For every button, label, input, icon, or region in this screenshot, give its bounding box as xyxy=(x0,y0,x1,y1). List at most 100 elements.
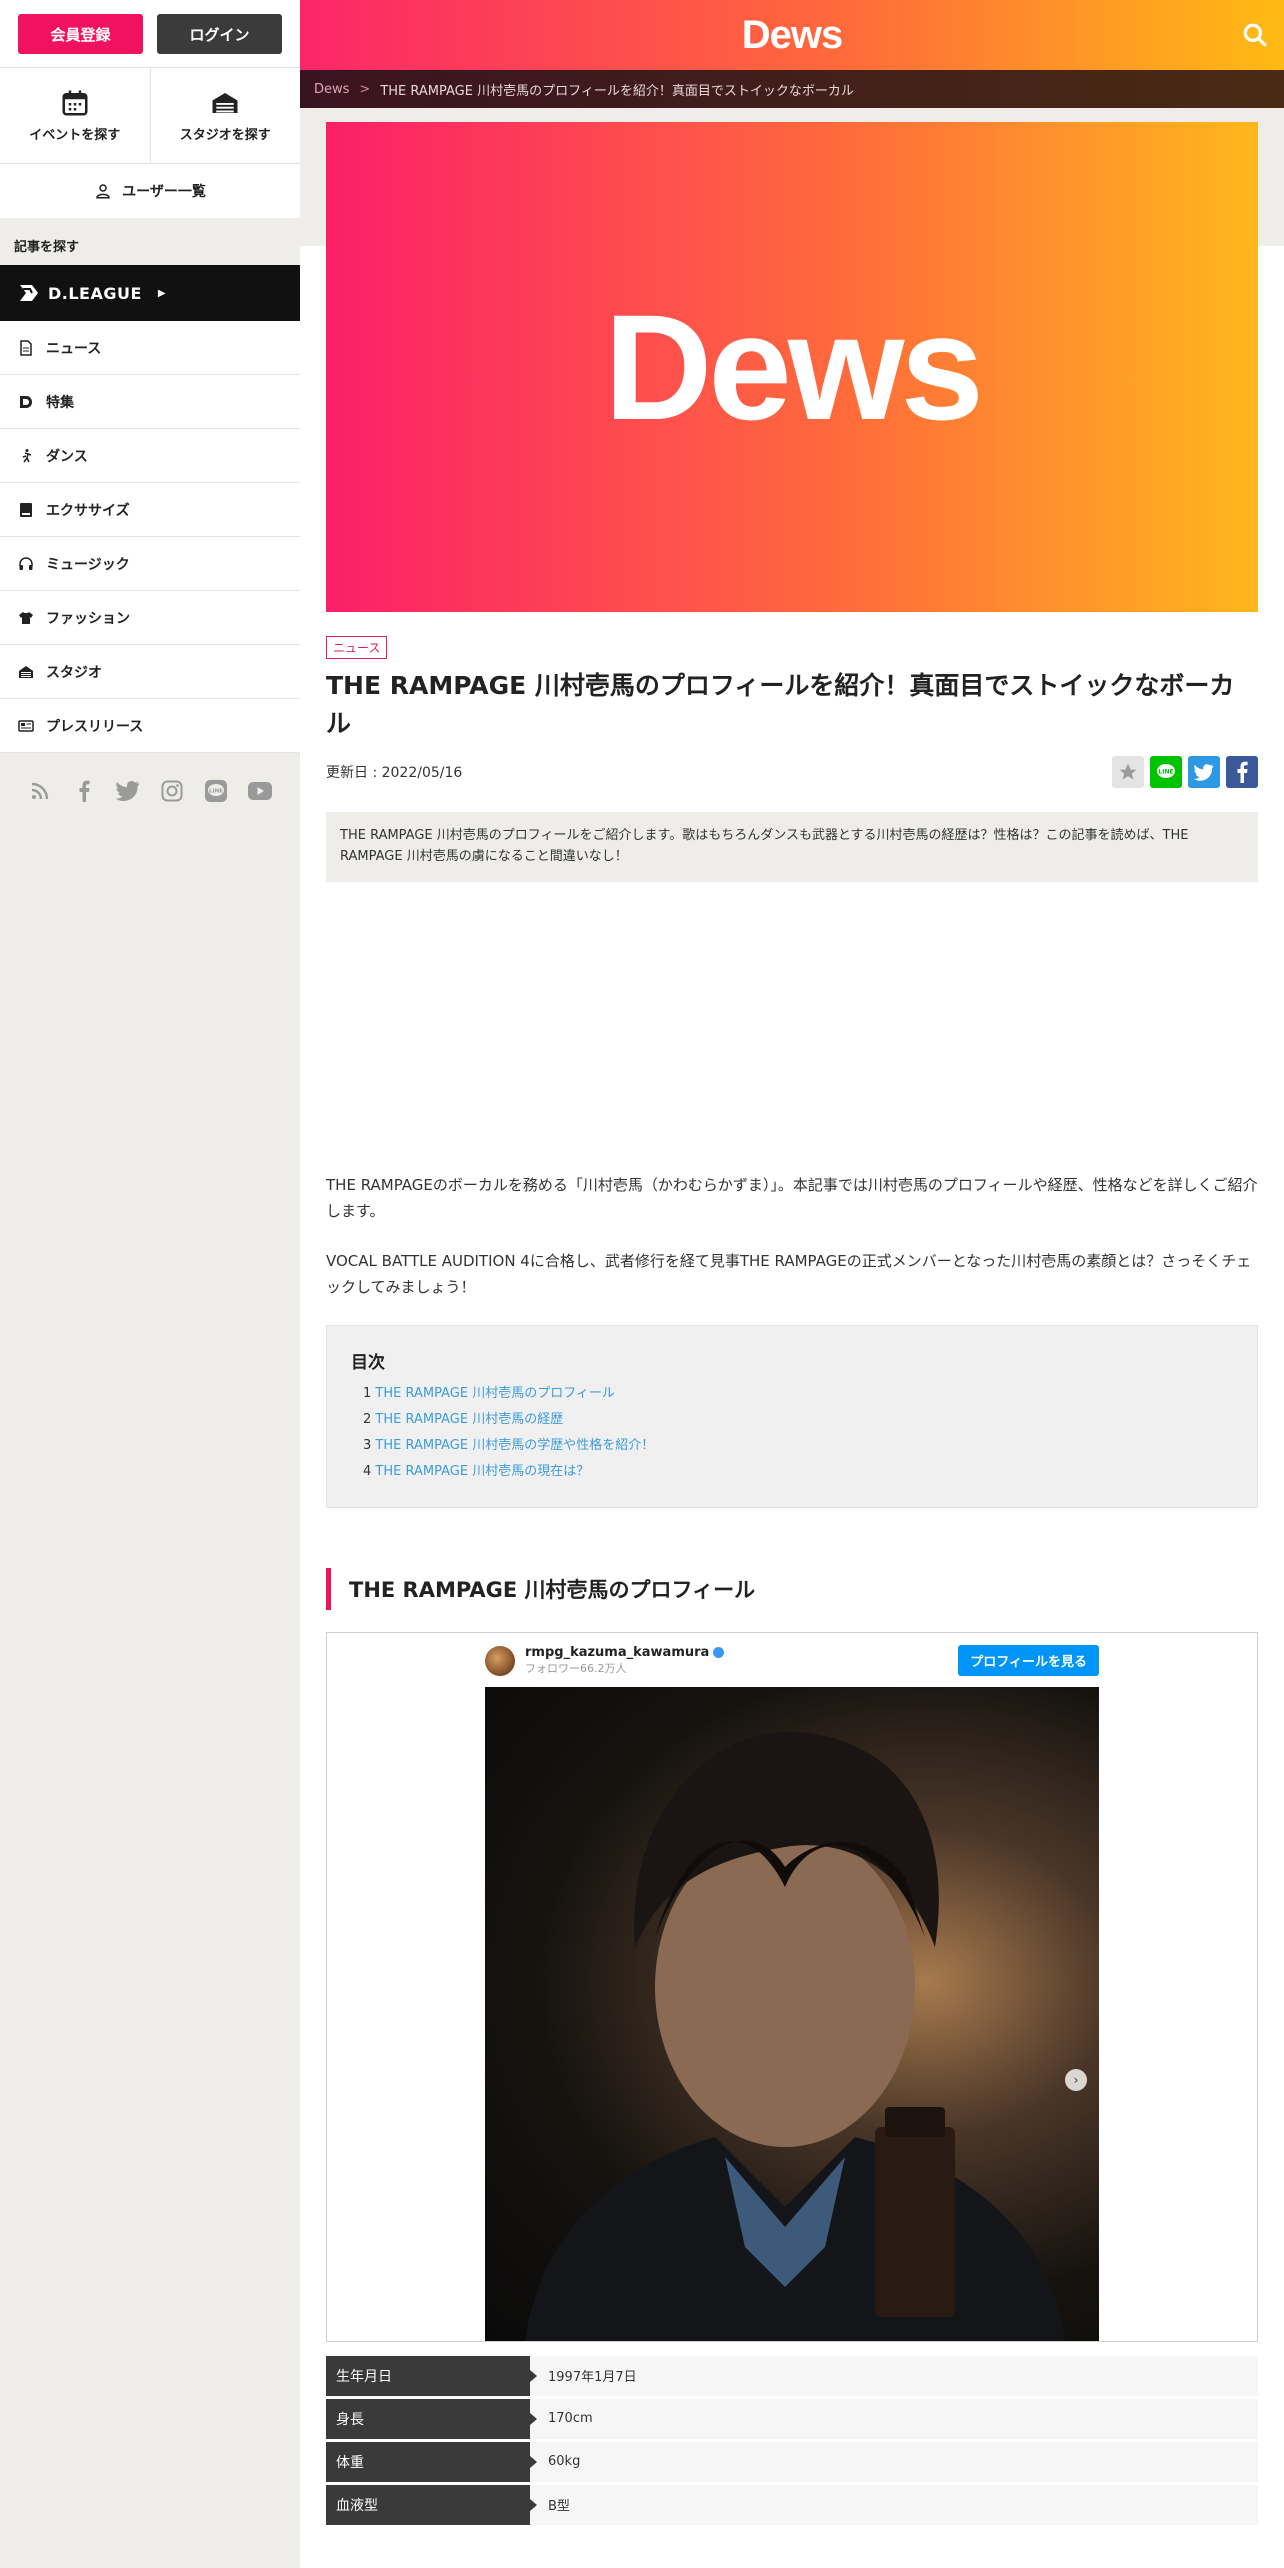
sidebar: 会員登録 ログイン イベントを探す スタジオを探す ユーザー一覧 記事を探す D… xyxy=(0,0,300,2568)
nav-item-label: ニュース xyxy=(46,340,102,357)
find-studios-label: スタジオを探す xyxy=(179,128,271,143)
intro-paragraph: VOCAL BATTLE AUDITION 4に合格し、武者修行を経て見事THE… xyxy=(326,1252,1252,1297)
instagram-header: rmpg_kazuma_kawamura フォロワー66.2万人 プロフィールを… xyxy=(485,1641,1099,1681)
avatar[interactable] xyxy=(485,1645,515,1676)
newspaper-icon xyxy=(18,719,34,732)
profile-key: 血液型 xyxy=(326,2484,537,2525)
toc-number: 3 xyxy=(363,1437,372,1453)
facebook-share-button[interactable] xyxy=(1226,756,1258,788)
instagram-username[interactable]: rmpg_kazuma_kawamura xyxy=(525,1645,725,1660)
dleague-label: D.LEAGUE xyxy=(48,283,142,303)
tshirt-icon xyxy=(19,611,33,624)
svg-text:LINE: LINE xyxy=(209,789,223,795)
twitter-share-button[interactable] xyxy=(1188,756,1220,788)
profile-value: 60kg xyxy=(530,2441,1258,2482)
instagram-user-block: rmpg_kazuma_kawamura フォロワー66.2万人 xyxy=(525,1645,725,1676)
breadcrumb-separator: > xyxy=(359,81,371,97)
document-icon xyxy=(20,339,32,356)
register-button[interactable]: 会員登録 xyxy=(18,14,143,54)
site-header: Dews xyxy=(300,0,1284,70)
calendar-icon xyxy=(62,90,88,116)
book-icon xyxy=(20,502,32,517)
nav-item-label: プレスリリース xyxy=(46,718,144,735)
line-share-button[interactable]: LINE xyxy=(1150,756,1182,788)
instagram-photo[interactable]: › xyxy=(485,1686,1099,2341)
youtube-icon[interactable] xyxy=(248,779,272,803)
toc-title: 目次 xyxy=(351,1352,385,1373)
site-logo[interactable]: Dews xyxy=(742,13,843,58)
facebook-icon[interactable] xyxy=(72,779,96,803)
toc-link[interactable]: THE RAMPAGE 川村壱馬のプロフィール xyxy=(375,1386,615,1401)
hero-image: Dews xyxy=(326,122,1258,612)
lead-summary: THE RAMPAGE 川村壱馬のプロフィールをご紹介します。歌はもちろんダンス… xyxy=(326,812,1258,882)
toc-link[interactable]: THE RAMPAGE 川村壱馬の経歴 xyxy=(375,1412,563,1427)
table-row: 血液型 B型 xyxy=(326,2484,1258,2525)
toc-link[interactable]: THE RAMPAGE 川村壱馬の現在は？ xyxy=(375,1464,589,1479)
category-badge[interactable]: ニュース xyxy=(326,636,388,659)
table-of-contents: 目次 1 THE RAMPAGE 川村壱馬のプロフィール 2 THE RAMPA… xyxy=(326,1324,1258,1508)
article-meta: 更新日 : 2022/05/16 LINE xyxy=(326,756,1258,788)
headphones-icon xyxy=(19,556,33,570)
section-label: 記事を探す xyxy=(14,240,80,255)
nav-item-label: スタジオ xyxy=(46,664,102,681)
twitter-icon[interactable] xyxy=(116,779,140,803)
nav-item-music[interactable]: ミュージック xyxy=(0,537,300,591)
breadcrumb-current: THE RAMPAGE 川村壱馬のプロフィールを紹介！真面目でストイックなボーカ… xyxy=(380,83,854,99)
favorite-button[interactable] xyxy=(1112,756,1144,788)
dleague-link[interactable]: D.LEAGUE ▶ xyxy=(0,265,300,321)
search-button[interactable] xyxy=(1240,20,1270,50)
user-icon xyxy=(96,184,110,199)
dews-d-icon xyxy=(20,395,32,408)
twitter-icon xyxy=(1194,763,1214,781)
next-arrow-icon[interactable]: › xyxy=(1065,2068,1087,2091)
nav-item-label: エクササイズ xyxy=(46,502,130,519)
social-links: LINE xyxy=(0,753,300,829)
instagram-icon[interactable] xyxy=(160,779,184,803)
toc-item: 2 THE RAMPAGE 川村壱馬の経歴 xyxy=(351,1407,1233,1433)
table-row: 生年月日 1997年1月7日 xyxy=(326,2355,1258,2396)
ad-space xyxy=(326,882,1258,1172)
nav-item-studio[interactable]: スタジオ xyxy=(0,645,300,699)
view-profile-button[interactable]: プロフィールを見る xyxy=(958,1645,1099,1677)
find-row: イベントを探す スタジオを探す xyxy=(0,68,300,164)
nav-item-dance[interactable]: ダンス xyxy=(0,429,300,483)
instagram-embed: rmpg_kazuma_kawamura フォロワー66.2万人 プロフィールを… xyxy=(326,1631,1258,2342)
nav-item-label: ファッション xyxy=(46,610,130,627)
profile-key: 生年月日 xyxy=(326,2355,537,2396)
profile-key: 身長 xyxy=(326,2398,537,2439)
toc-number: 1 xyxy=(363,1385,372,1401)
nav-item-label: 特集 xyxy=(46,394,74,411)
find-studios-button[interactable]: スタジオを探す xyxy=(149,68,301,163)
toc-item: 1 THE RAMPAGE 川村壱馬のプロフィール xyxy=(351,1381,1233,1407)
find-events-label: イベントを探す xyxy=(29,128,121,143)
portrait-illustration xyxy=(525,1731,1065,2341)
nav-item-feature[interactable]: 特集 xyxy=(0,375,300,429)
table-row: 身長 170cm xyxy=(326,2398,1258,2439)
facebook-icon xyxy=(1237,761,1248,783)
find-events-button[interactable]: イベントを探す xyxy=(0,68,150,163)
rss-icon[interactable] xyxy=(28,779,52,803)
toc-number: 2 xyxy=(363,1411,372,1427)
toc-link[interactable]: THE RAMPAGE 川村壱馬の学歴や性格を紹介！ xyxy=(375,1438,654,1453)
nav-item-news[interactable]: ニュース xyxy=(0,321,300,375)
category-nav: ニュース 特集 ダンス エクササイズ ミュージック ファッション スタジオ プレ… xyxy=(0,321,300,753)
line-icon[interactable]: LINE xyxy=(204,779,228,803)
nav-item-label: ダンス xyxy=(46,448,88,465)
profile-value: 170cm xyxy=(530,2398,1258,2439)
dleague-logo-icon xyxy=(20,285,38,301)
share-buttons: LINE xyxy=(1112,756,1258,788)
nav-item-exercise[interactable]: エクササイズ xyxy=(0,483,300,537)
breadcrumb: Dews > THE RAMPAGE 川村壱馬のプロフィールを紹介！真面目でスト… xyxy=(300,70,1284,108)
star-icon xyxy=(1119,763,1137,780)
svg-text:LINE: LINE xyxy=(1158,769,1173,776)
profile-value: 1997年1月7日 xyxy=(530,2355,1258,2396)
login-button[interactable]: ログイン xyxy=(157,14,282,54)
section-heading: THE RAMPAGE 川村壱馬のプロフィール xyxy=(326,1567,1258,1610)
auth-buttons: 会員登録 ログイン xyxy=(0,0,300,68)
line-icon: LINE xyxy=(1157,764,1175,778)
nav-item-press[interactable]: プレスリリース xyxy=(0,699,300,753)
users-list-button[interactable]: ユーザー一覧 xyxy=(0,164,300,218)
breadcrumb-home-link[interactable]: Dews xyxy=(314,82,349,97)
nav-item-label: ミュージック xyxy=(46,556,130,573)
nav-item-fashion[interactable]: ファッション xyxy=(0,591,300,645)
